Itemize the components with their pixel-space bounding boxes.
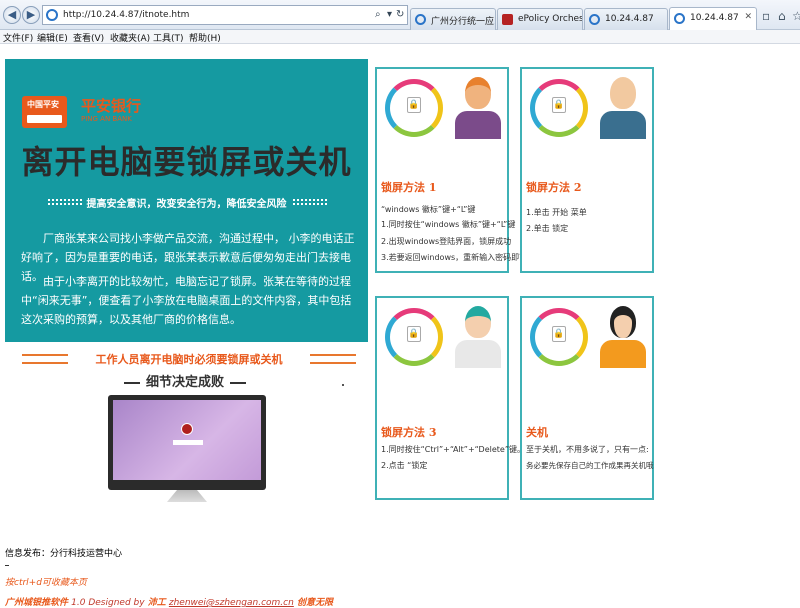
lock-ring-icon: 🔒 xyxy=(385,79,443,137)
home-icon[interactable]: ⌂ xyxy=(778,9,786,23)
url-text: http://10.24.4.87/itnote.htm xyxy=(63,10,190,20)
ie-tab-icon xyxy=(415,14,426,25)
credit-line: 广州城银推软件 1.0 Designed by 沛工 zhenwei@szhen… xyxy=(5,598,333,608)
tab-epolicy[interactable]: ePolicy Orchestr... xyxy=(497,8,583,30)
monitor-illustration xyxy=(108,395,266,490)
card-shutdown: 🔒 关机 至于关机，不用多说了，只有一点: 务必要先保存自己的工作成果再关机哦 xyxy=(520,296,654,500)
bookmark-hint: 按ctrl+d可收藏本页 xyxy=(5,578,87,588)
lock-ring-icon: 🔒 xyxy=(530,79,588,137)
bank-subname: PING AN BANK xyxy=(81,115,132,123)
refresh-icon[interactable]: ↻ xyxy=(396,9,404,20)
bank-name: 平安银行 xyxy=(81,97,142,115)
lock-screen-image xyxy=(113,400,261,480)
menu-favorites[interactable]: 收藏夹(A) xyxy=(110,31,150,44)
bearded-man-icon xyxy=(455,75,501,143)
pingan-logo: 中国平安 xyxy=(22,96,67,128)
poster-banner: 中国平安 平安银行 PING AN BANK 离开电脑要锁屏或关机 提高安全意识… xyxy=(5,59,368,342)
address-bar[interactable]: http://10.24.4.87/itnote.htm ⌕ ▾ ↻ xyxy=(42,5,408,25)
woman-icon xyxy=(600,304,646,372)
story-paragraph-2: 由于小李离开的比较匆忙，电脑忘记了锁屏。张某在等待的过程中“闲来无事”，便查看了… xyxy=(21,275,352,326)
close-tab-icon[interactable]: ✕ xyxy=(744,12,752,22)
lock-ring-icon: 🔒 xyxy=(530,308,588,366)
forward-button[interactable]: ▶ xyxy=(22,6,40,24)
teal-hair-man-icon xyxy=(455,304,501,372)
tab-10-24-4-87-active[interactable]: 10.24.4.87 ✕ xyxy=(669,7,757,30)
ie-tab-icon xyxy=(589,14,600,25)
browser-toolbar: ◀ ▶ http://10.24.4.87/itnote.htm ⌕ ▾ ↻ 广… xyxy=(0,0,800,30)
monitor-stand xyxy=(167,490,207,502)
user-avatar-icon xyxy=(181,423,193,435)
card-lock-method-3: 🔒 锁屏方法 3 1.同时按住“Ctrl”+“Alt”+“Delete”键。 2… xyxy=(375,296,525,500)
tab-10-24-4-87-a[interactable]: 10.24.4.87 xyxy=(584,8,668,30)
ie-page-icon xyxy=(46,9,58,21)
card-lock-method-1: 🔒 锁屏方法 1 “windows 徽标”键+“L”键 1.同时按住“windo… xyxy=(375,67,527,273)
menu-bar: 文件(F) 编辑(E) 查看(V) 收藏夹(A) 工具(T) 帮助(H) xyxy=(0,30,800,44)
menu-edit[interactable]: 编辑(E) xyxy=(37,31,68,44)
subtitle: 细节决定成败 xyxy=(0,371,370,390)
warning-ribbon: 工作人员离开电脑时必须要锁屏或关机 xyxy=(22,351,356,369)
menu-file[interactable]: 文件(F) xyxy=(3,31,33,44)
lock-ring-icon: 🔒 xyxy=(385,308,443,366)
new-tab-icon[interactable]: ▫ xyxy=(762,9,770,23)
search-icon[interactable]: ⌕ xyxy=(375,9,381,20)
password-box xyxy=(173,440,203,445)
poster-title: 离开电脑要锁屏或关机 xyxy=(21,143,352,181)
card-lock-method-2: 🔒 锁屏方法 2 1.单击 开始 菜单 2.单击 锁定 xyxy=(520,67,654,273)
ie-tab-icon xyxy=(674,13,685,24)
back-button[interactable]: ◀ xyxy=(3,6,21,24)
mcafee-tab-icon xyxy=(502,14,513,25)
publisher-info: 信息发布：分行科技运营中心 xyxy=(5,549,123,559)
credit-email-link[interactable]: zhenwei@szhengan.com.cn xyxy=(169,598,294,608)
poster-slogan: 提高安全意识，改变安全行为，降低安全风险 xyxy=(86,199,287,210)
favorites-icon[interactable]: ☆ xyxy=(792,9,800,23)
menu-tools[interactable]: 工具(T) xyxy=(153,31,184,44)
tab-guangzhou[interactable]: 广州分行统一应... xyxy=(410,8,496,30)
bald-man-icon xyxy=(600,75,646,143)
menu-help[interactable]: 帮助(H) xyxy=(189,31,221,44)
menu-view[interactable]: 查看(V) xyxy=(73,31,104,44)
dropdown-icon[interactable]: ▾ xyxy=(387,9,392,20)
stray-dot xyxy=(342,384,344,386)
